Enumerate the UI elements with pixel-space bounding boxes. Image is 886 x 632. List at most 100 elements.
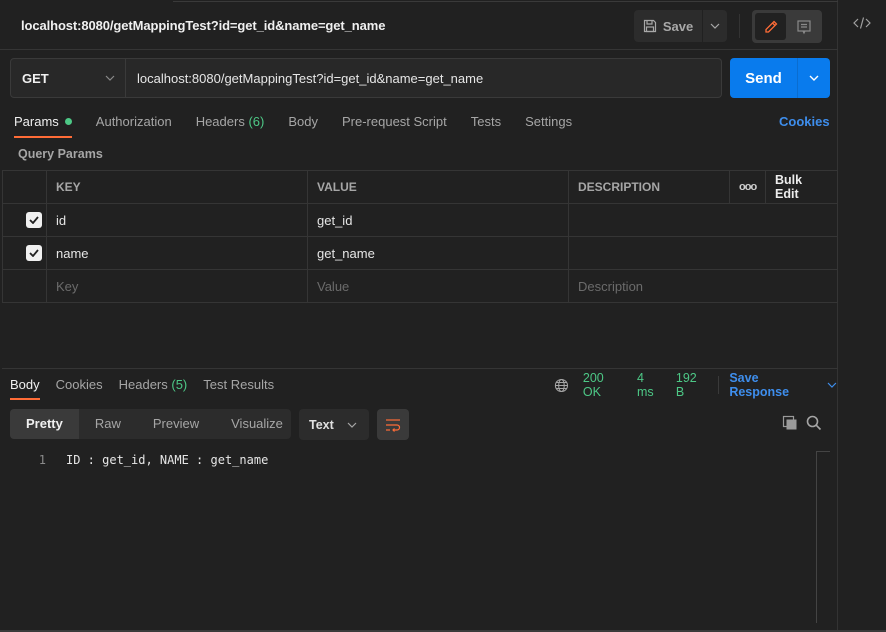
tab-body[interactable]: Body [288,108,318,138]
save-label: Save [662,18,694,34]
new-param-row: Key Value Description [2,269,838,303]
comment-mode-button[interactable] [788,13,819,40]
query-params-heading: Query Params [18,147,103,161]
right-sidebar [838,0,886,632]
save-response-label: Save Response [729,371,790,399]
tab-label: Settings [525,114,573,129]
format-select[interactable]: Text [299,409,369,440]
comment-icon [796,19,811,34]
send-dropdown-button[interactable] [797,58,830,98]
value-column-header: VALUE [307,170,569,204]
editor-scrollbar[interactable] [816,451,830,623]
tab-label: Headers [118,377,168,392]
description-column-header: DESCRIPTION [568,170,730,204]
code-snippet-button[interactable] [852,16,872,36]
row-checkbox[interactable] [26,212,42,228]
url-input[interactable] [126,58,722,98]
save-dropdown-button[interactable] [703,10,727,42]
request-title[interactable]: localhost:8080/getMappingTest?id=get_id&… [21,18,385,33]
view-mode-segmented: Pretty Raw Preview Visualize [10,409,291,439]
tab-test-results[interactable]: Test Results [203,372,274,400]
tab-label: Cookies [55,377,103,392]
method-value: GET [22,70,49,86]
chevron-down-icon [347,422,357,428]
save-group: Save [634,10,727,42]
row-checkbox-cell [2,236,47,270]
response-status-bar: 200 OK 4 ms 192 B Save Response [554,371,837,399]
request-workspace: localhost:8080/getMappingTest?id=get_id&… [0,0,838,632]
pane-resize-handle[interactable] [2,368,838,369]
request-header: localhost:8080/getMappingTest?id=get_id&… [0,2,838,50]
response-size[interactable]: 192 B [676,371,708,399]
tab-label: Params [14,114,59,129]
description-cell[interactable] [568,203,838,237]
new-description-input[interactable]: Description [568,269,838,303]
view-pretty[interactable]: Pretty [10,409,79,439]
chevron-down-icon [105,75,115,81]
key-column-header: KEY [46,170,308,204]
response-time[interactable]: 4 ms [637,371,664,399]
key-cell[interactable]: id [46,203,308,237]
tab-label: Authorization [95,114,172,129]
tab-settings[interactable]: Settings [525,108,572,138]
floppy-disk-icon [643,19,656,33]
send-button[interactable]: Send [730,58,797,98]
description-cell[interactable] [568,236,838,270]
view-visualize[interactable]: Visualize [215,409,299,439]
response-body-editor[interactable]: 1 ID : get_id, NAME : get_name [0,450,816,470]
request-tabs: Params Authorization Headers (6) Body Pr… [14,108,596,138]
checkmark-icon [29,216,39,224]
table-row: id get_id [2,203,838,237]
save-response-button[interactable]: Save Response [729,371,837,399]
line-text: ID : get_id, NAME : get_name [66,453,269,467]
new-key-input[interactable]: Key [46,269,308,303]
tab-response-cookies[interactable]: Cookies [56,372,103,400]
table-header-row: KEY VALUE DESCRIPTION ooo Bulk Edit [2,170,838,204]
tab-label: Tests [470,114,502,129]
chevron-down-icon [827,382,837,388]
new-value-input[interactable]: Value [307,269,569,303]
copy-icon [782,415,797,430]
method-select[interactable]: GET [10,58,126,98]
view-raw[interactable]: Raw [79,409,137,439]
header-divider [739,14,740,38]
value-cell[interactable]: get_id [307,203,569,237]
bulk-edit-button[interactable]: Bulk Edit [765,170,838,204]
more-options-button[interactable]: ooo [729,170,766,204]
code-icon [853,17,871,29]
wrap-lines-button[interactable] [377,409,409,440]
value-cell[interactable]: get_name [307,236,569,270]
tab-params[interactable]: Params [14,108,72,138]
response-tabs: Body Cookies Headers (5) Test Results [10,372,290,402]
tab-tests[interactable]: Tests [471,108,501,138]
search-icon [806,415,822,431]
tab-label: Test Results [203,377,275,392]
chevron-down-icon [710,23,720,29]
tab-headers[interactable]: Headers (6) [196,108,265,138]
cookies-link[interactable]: Cookies [779,114,830,129]
search-button[interactable] [806,415,822,431]
status-divider [718,376,720,394]
tab-authorization[interactable]: Authorization [96,108,172,138]
url-bar: GET [10,58,722,98]
row-checkbox[interactable] [26,245,42,261]
empty-checkbox-cell [2,269,47,303]
headers-count: (6) [248,114,265,129]
query-params-table: KEY VALUE DESCRIPTION ooo Bulk Edit id g… [2,170,838,303]
globe-icon[interactable] [554,378,569,393]
edit-mode-button[interactable] [755,13,786,40]
status-code[interactable]: 200 OK [583,371,625,399]
tab-response-headers[interactable]: Headers (5) [119,372,188,400]
tab-pre-request-script[interactable]: Pre-request Script [342,108,447,138]
checkmark-icon [29,249,39,257]
response-headers-count: (5) [171,377,188,392]
copy-button[interactable] [782,415,798,431]
chevron-down-icon [809,75,819,81]
tab-response-body[interactable]: Body [10,372,40,400]
view-preview[interactable]: Preview [137,409,215,439]
row-checkbox-cell [2,203,47,237]
key-cell[interactable]: name [46,236,308,270]
save-button[interactable]: Save [634,10,702,42]
line-number: 1 [38,453,46,467]
tab-label: Headers [195,114,245,129]
